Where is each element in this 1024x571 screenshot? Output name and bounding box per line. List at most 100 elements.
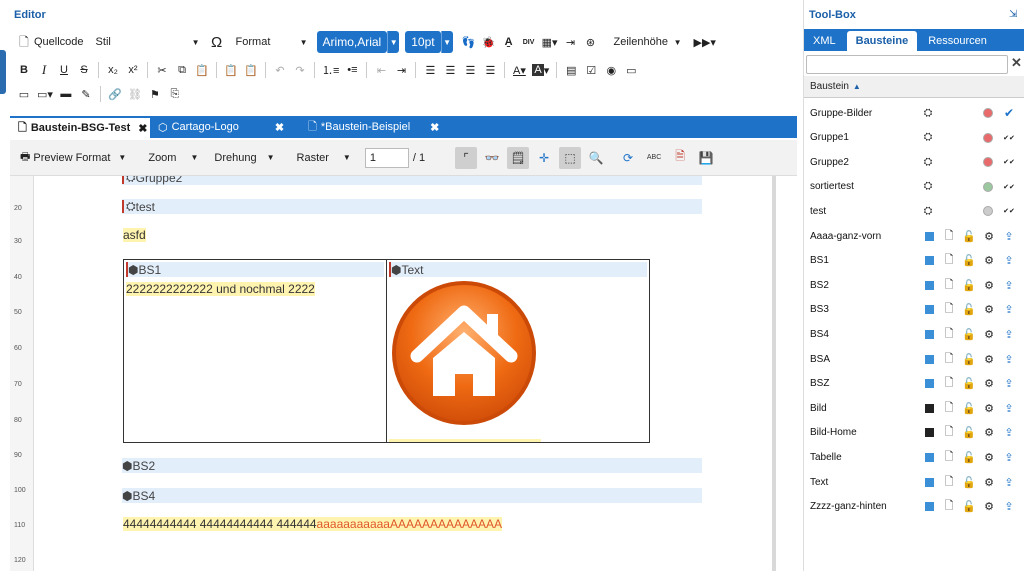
align-right-icon[interactable]: ☰ bbox=[460, 60, 480, 80]
block-list-row[interactable]: Bild-Home 🗋 🔓 ⚙ ⇪ bbox=[804, 421, 1024, 445]
type-color-icon[interactable] bbox=[922, 278, 936, 292]
paste-icon[interactable]: 📋 bbox=[192, 60, 212, 80]
type-color-icon[interactable] bbox=[922, 229, 936, 243]
page-input[interactable]: 1 bbox=[364, 147, 409, 168]
document-icon[interactable]: 🗋 bbox=[942, 327, 956, 341]
document-icon[interactable]: 🗋 bbox=[942, 278, 956, 292]
block-list-row[interactable]: BS3 🗋 🔓 ⚙ ⇪ bbox=[804, 298, 1024, 322]
flag-icon[interactable]: ⚑ bbox=[145, 84, 165, 104]
tab-cartago-logo[interactable]: ⬡ Cartago-Logo ✖ bbox=[150, 116, 300, 138]
list-insert-icon[interactable]: ⇥ bbox=[561, 32, 581, 52]
selection-icon[interactable]: ⬚ bbox=[559, 146, 582, 169]
gear-icon[interactable]: ⚙ bbox=[982, 229, 996, 243]
lock-icon[interactable]: 🔓 bbox=[962, 475, 976, 489]
rotation-select[interactable]: Drehung ▼ bbox=[210, 146, 278, 170]
lock-icon[interactable]: 🔓 bbox=[962, 254, 976, 268]
document-icon[interactable]: 🗋 bbox=[942, 450, 956, 464]
gear-icon[interactable]: ⚙ bbox=[982, 352, 996, 366]
paste-text-icon[interactable]: 📋 bbox=[221, 60, 241, 80]
spellcheck-icon[interactable]: A̱ bbox=[499, 32, 519, 52]
export-icon[interactable]: ⇪ bbox=[1002, 475, 1016, 489]
block-list-row[interactable]: BSZ 🗋 🔓 ⚙ ⇪ bbox=[804, 372, 1024, 396]
tab-bausteine[interactable]: Bausteine bbox=[846, 31, 918, 51]
status-dot-icon[interactable] bbox=[981, 106, 995, 120]
undo-icon[interactable]: ↶ bbox=[270, 60, 290, 80]
preview-format-select[interactable]: 🖶 Preview Format ▼ bbox=[16, 146, 130, 170]
more-icon[interactable]: ▶▶▾ bbox=[691, 32, 719, 52]
footprints-icon[interactable]: 👣 bbox=[459, 32, 479, 52]
textfield-icon[interactable]: ▭ bbox=[621, 60, 641, 80]
size-select[interactable]: 10pt bbox=[405, 31, 441, 53]
justify-icon[interactable]: ☰ bbox=[480, 60, 500, 80]
group-icon[interactable]: ⛭ bbox=[921, 106, 935, 120]
export-icon[interactable]: ⇪ bbox=[1002, 401, 1016, 415]
table-icon[interactable]: ▦▾ bbox=[539, 32, 561, 52]
status-dot-icon[interactable] bbox=[981, 180, 995, 194]
abc-check-icon[interactable]: ABC bbox=[643, 147, 665, 169]
document-canvas[interactable]: ⛭ Gruppe2 ⛭ test asfd ⬢ BS1 2222222222222 u… bbox=[34, 176, 774, 571]
align-center-icon[interactable]: ☰ bbox=[440, 60, 460, 80]
bullet-list-icon[interactable]: •≡ bbox=[342, 60, 362, 80]
unlink-icon[interactable]: ⛓ bbox=[125, 84, 145, 104]
lock-icon[interactable]: 🔓 bbox=[962, 278, 976, 292]
document-icon[interactable]: 🗋 bbox=[942, 254, 956, 268]
type-color-icon[interactable] bbox=[922, 500, 936, 514]
format-select[interactable]: Format ▼ bbox=[233, 32, 311, 52]
cut-icon[interactable]: ✂ bbox=[152, 60, 172, 80]
export-icon[interactable]: ⇪ bbox=[1002, 426, 1016, 440]
export-icon[interactable]: ⇪ bbox=[1002, 229, 1016, 243]
rowheight-select[interactable]: Zeilenhöhe ▼ bbox=[611, 32, 685, 52]
check-icon[interactable]: ✔ bbox=[1002, 106, 1016, 120]
block-list-row[interactable]: Bild 🗋 🔓 ⚙ ⇪ bbox=[804, 396, 1024, 420]
block-bs4[interactable]: ⬢ BS4 bbox=[122, 488, 702, 503]
check-icon[interactable]: ✔✔ bbox=[1002, 155, 1016, 169]
block-list-row[interactable]: test ⛭ ✔✔ bbox=[804, 199, 1024, 223]
block-bs2[interactable]: ⬢ BS2 bbox=[122, 458, 702, 473]
source-button[interactable]: 🗋 Quellcode bbox=[14, 32, 87, 52]
tab-baustein-beispiel[interactable]: 🗋 *Baustein-Beispiel ✖ bbox=[300, 116, 450, 138]
status-dot-icon[interactable] bbox=[981, 155, 995, 169]
block-list-row[interactable]: BS1 🗋 🔓 ⚙ ⇪ bbox=[804, 249, 1024, 273]
gear-icon[interactable]: ⚙ bbox=[982, 327, 996, 341]
text-color-icon[interactable]: A▾ bbox=[509, 60, 529, 80]
export-icon[interactable]: ⇪ bbox=[1002, 450, 1016, 464]
gear-icon[interactable]: ⚙ bbox=[982, 475, 996, 489]
tab-xml[interactable]: XML bbox=[804, 31, 845, 51]
radio-icon[interactable]: ◉ bbox=[601, 60, 621, 80]
gear-icon[interactable]: ⚙ bbox=[982, 450, 996, 464]
lock-icon[interactable]: 🔓 bbox=[962, 500, 976, 514]
document-icon[interactable]: 🗋 bbox=[942, 377, 956, 391]
type-color-icon[interactable] bbox=[922, 303, 936, 317]
document-icon[interactable]: 🗋 bbox=[942, 500, 956, 514]
zoom-icon[interactable]: 🔍 bbox=[585, 147, 607, 169]
copy-icon[interactable]: ⧉ bbox=[172, 60, 192, 80]
form-icon[interactable]: ▤ bbox=[561, 60, 581, 80]
zoom-select[interactable]: Zoom ▼ bbox=[144, 146, 202, 170]
select-icon[interactable]: ▭▾ bbox=[34, 84, 56, 104]
type-color-icon[interactable] bbox=[922, 377, 936, 391]
column-header[interactable]: Baustein ▲ bbox=[804, 76, 1024, 98]
binoculars-icon[interactable]: 👓 bbox=[481, 147, 503, 169]
type-color-icon[interactable] bbox=[922, 401, 936, 415]
home-image[interactable] bbox=[387, 278, 547, 438]
font-dropdown-icon[interactable]: ▼ bbox=[387, 31, 400, 53]
gear-icon[interactable]: ⚙ bbox=[982, 401, 996, 415]
anchor-icon[interactable]: ⊛ bbox=[581, 32, 601, 52]
outdent-icon[interactable]: ⇤ bbox=[371, 60, 391, 80]
layout-icon[interactable]: ⌜ bbox=[455, 146, 478, 169]
strikethrough-icon[interactable]: S bbox=[74, 60, 94, 80]
check-icon[interactable]: ✔✔ bbox=[1002, 131, 1016, 145]
document-icon[interactable]: 🗋 bbox=[942, 401, 956, 415]
status-dot-icon[interactable] bbox=[981, 204, 995, 218]
underline-icon[interactable]: U bbox=[54, 60, 74, 80]
align-left-icon[interactable]: ☰ bbox=[420, 60, 440, 80]
lock-icon[interactable]: 🔓 bbox=[962, 377, 976, 391]
lock-icon[interactable]: 🔓 bbox=[962, 229, 976, 243]
status-dot-icon[interactable] bbox=[981, 131, 995, 145]
superscript-icon[interactable]: x² bbox=[123, 60, 143, 80]
block-list-row[interactable]: Gruppe1 ⛭ ✔✔ bbox=[804, 126, 1024, 150]
block-list-row[interactable]: Aaaa-ganz-vorn 🗋 🔓 ⚙ ⇪ bbox=[804, 224, 1024, 248]
crosshair-icon[interactable]: ✛ bbox=[533, 147, 555, 169]
export-icon[interactable]: ⇪ bbox=[1002, 327, 1016, 341]
check-icon[interactable]: ✔✔ bbox=[1002, 204, 1016, 218]
